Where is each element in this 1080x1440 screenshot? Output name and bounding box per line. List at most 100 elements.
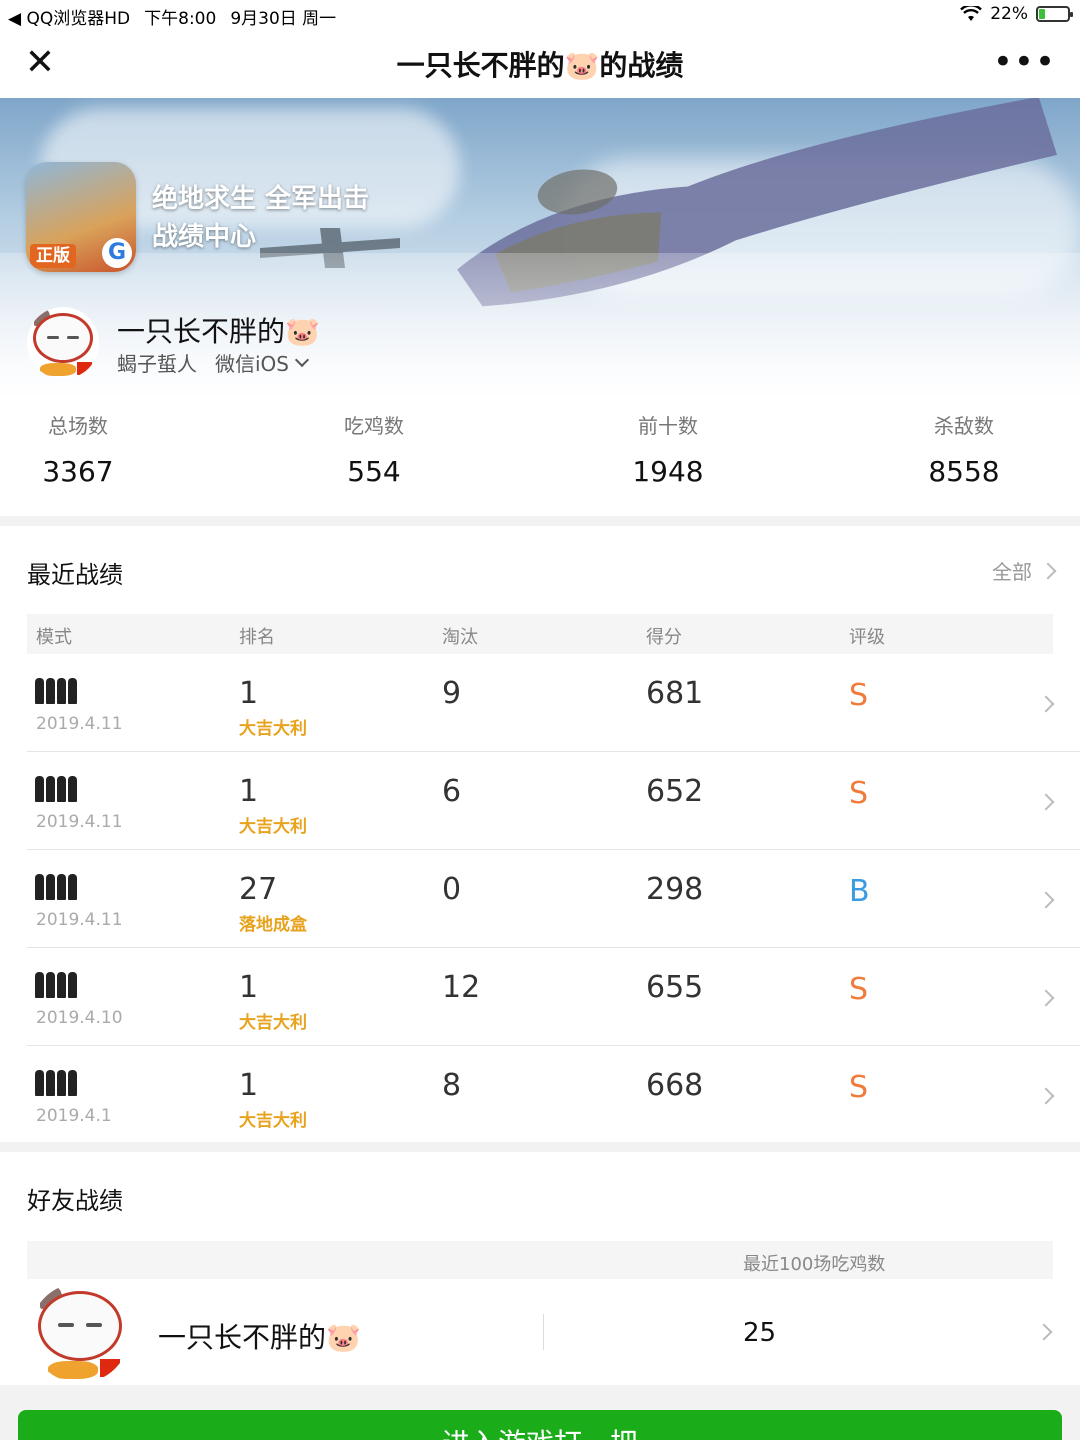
enter-game-label: 进入游戏打一把 [442, 1416, 638, 1440]
header-kills: 淘汰 [442, 627, 478, 648]
game-app-icon[interactable]: 正版 G [26, 162, 136, 272]
friends-section-title: 好友战绩 [27, 1187, 123, 1215]
stat-kills: 杀敌数 8558 [874, 410, 1054, 488]
match-rank-label: 大吉大利 [239, 1013, 307, 1033]
match-date: 2019.4.11 [36, 812, 123, 832]
squad-icon [35, 776, 77, 802]
match-rank: 1 [239, 676, 259, 711]
header-score: 得分 [646, 627, 682, 648]
profile-name: 一只长不胖的🐷 [117, 315, 320, 348]
chevron-right-icon [1037, 891, 1055, 909]
platform-label: 微信iOS [215, 352, 289, 376]
tencent-games-logo: G [102, 238, 132, 268]
recent-table-header: 模式 排名 淘汰 得分 评级 [27, 614, 1053, 654]
match-kills: 8 [442, 1068, 462, 1103]
match-kills: 0 [442, 872, 462, 907]
friend-avatar [30, 1283, 130, 1383]
match-rank-label: 大吉大利 [239, 719, 307, 739]
more-dots-icon[interactable]: ••• [993, 42, 1056, 82]
match-kills: 9 [442, 676, 462, 711]
stat-label: 前十数 [638, 414, 698, 438]
status-time: 下午8:00 [144, 9, 217, 29]
match-grade: S [849, 1070, 869, 1105]
avatar[interactable] [27, 307, 99, 379]
stat-top10: 前十数 1948 [578, 410, 758, 488]
chevron-right-icon [1039, 562, 1057, 579]
stat-label: 总场数 [48, 414, 108, 438]
friend-row[interactable]: 一只长不胖的🐷 25 [0, 1280, 1080, 1385]
stat-value: 554 [347, 455, 401, 488]
match-row[interactable]: 2019.4.11 1 大吉大利 6 652 S [27, 752, 1080, 850]
page-title: 一只长不胖的🐷的战绩 [396, 49, 684, 82]
match-rank-label: 大吉大利 [239, 1111, 307, 1131]
stat-value: 8558 [928, 455, 1000, 488]
friends-column-header: 最近100场吃鸡数 [743, 1254, 886, 1275]
squad-icon [35, 678, 77, 704]
friends-table-header: 最近100场吃鸡数 [27, 1241, 1053, 1279]
match-rank: 1 [239, 774, 259, 809]
app-title: 绝地求生 全军出击 战绩中心 [152, 180, 369, 256]
match-date: 2019.4.11 [36, 910, 123, 930]
chevron-right-icon [1037, 793, 1055, 811]
header-rank: 排名 [239, 627, 275, 648]
wifi-icon [960, 6, 983, 21]
column-divider [543, 1314, 544, 1350]
section-divider [0, 1142, 1080, 1152]
match-row[interactable]: 2019.4.11 1 大吉大利 9 681 S [27, 654, 1080, 752]
stat-value: 1948 [632, 455, 704, 488]
match-grade: S [849, 678, 869, 713]
app-title-line2: 战绩中心 [152, 222, 257, 252]
chevron-down-icon [294, 352, 310, 367]
match-rank-label: 落地成盒 [239, 915, 307, 935]
match-rank: 1 [239, 1068, 259, 1103]
match-score: 298 [646, 872, 704, 907]
header-mode: 模式 [36, 627, 72, 648]
match-rank-label: 大吉大利 [239, 817, 307, 837]
app-title-line1: 绝地求生 全军出击 [152, 184, 370, 214]
status-date: 9月30日 周一 [230, 9, 337, 29]
enter-game-button[interactable]: 进入游戏打一把 [18, 1410, 1062, 1440]
stat-label: 吃鸡数 [344, 414, 404, 438]
stat-wins: 吃鸡数 554 [284, 410, 464, 488]
app-tag: 正版 [30, 244, 76, 268]
view-all-link[interactable]: 全部 [992, 556, 1057, 585]
stat-total-matches: 总场数 3367 [0, 410, 168, 488]
section-divider [0, 516, 1080, 526]
match-score: 652 [646, 774, 704, 809]
match-row[interactable]: 2019.4.11 27 落地成盒 0 298 B [27, 850, 1080, 948]
rank-title: 蝎子蜇人 [117, 352, 197, 376]
match-row[interactable]: 2019.4.1 1 大吉大利 8 668 S [27, 1046, 1080, 1144]
platform-selector[interactable]: 微信iOS [215, 348, 310, 377]
chevron-right-icon [1037, 1087, 1055, 1105]
match-score: 655 [646, 970, 704, 1005]
stat-label: 杀敌数 [934, 414, 994, 438]
stats-summary: 总场数 3367 吃鸡数 554 前十数 1948 杀敌数 8558 [0, 410, 1080, 510]
match-score: 668 [646, 1068, 704, 1103]
match-date: 2019.4.11 [36, 714, 123, 734]
match-grade: S [849, 972, 869, 1007]
chevron-right-icon [1037, 695, 1055, 713]
friend-name: 一只长不胖的🐷 [158, 1321, 361, 1354]
match-kills: 6 [442, 774, 462, 809]
recent-section-title: 最近战绩 [27, 561, 123, 589]
match-score: 681 [646, 676, 704, 711]
match-grade: B [849, 874, 870, 909]
chevron-right-icon [1035, 1323, 1053, 1341]
view-all-label: 全部 [992, 560, 1032, 584]
header-grade: 评级 [849, 627, 885, 648]
stat-value: 3367 [42, 455, 114, 488]
match-date: 2019.4.10 [36, 1008, 123, 1028]
squad-icon [35, 972, 77, 998]
status-back-app[interactable]: ◀ QQ浏览器HD [8, 4, 130, 29]
profile-subtitle: 蝎子蜇人 微信iOS [117, 348, 310, 377]
match-row[interactable]: 2019.4.10 1 大吉大利 12 655 S [27, 948, 1080, 1046]
battery-fill [1039, 9, 1045, 19]
status-bar: ◀ QQ浏览器HD 下午8:00 9月30日 周一 22% [0, 0, 1080, 29]
match-date: 2019.4.1 [36, 1106, 112, 1126]
squad-icon [35, 1070, 77, 1096]
battery-percent: 22% [990, 4, 1028, 24]
nav-bar: ✕ 一只长不胖的🐷的战绩 ••• [0, 28, 1080, 98]
match-kills: 12 [442, 970, 481, 1005]
match-grade: S [849, 776, 869, 811]
battery-icon [1036, 6, 1073, 22]
